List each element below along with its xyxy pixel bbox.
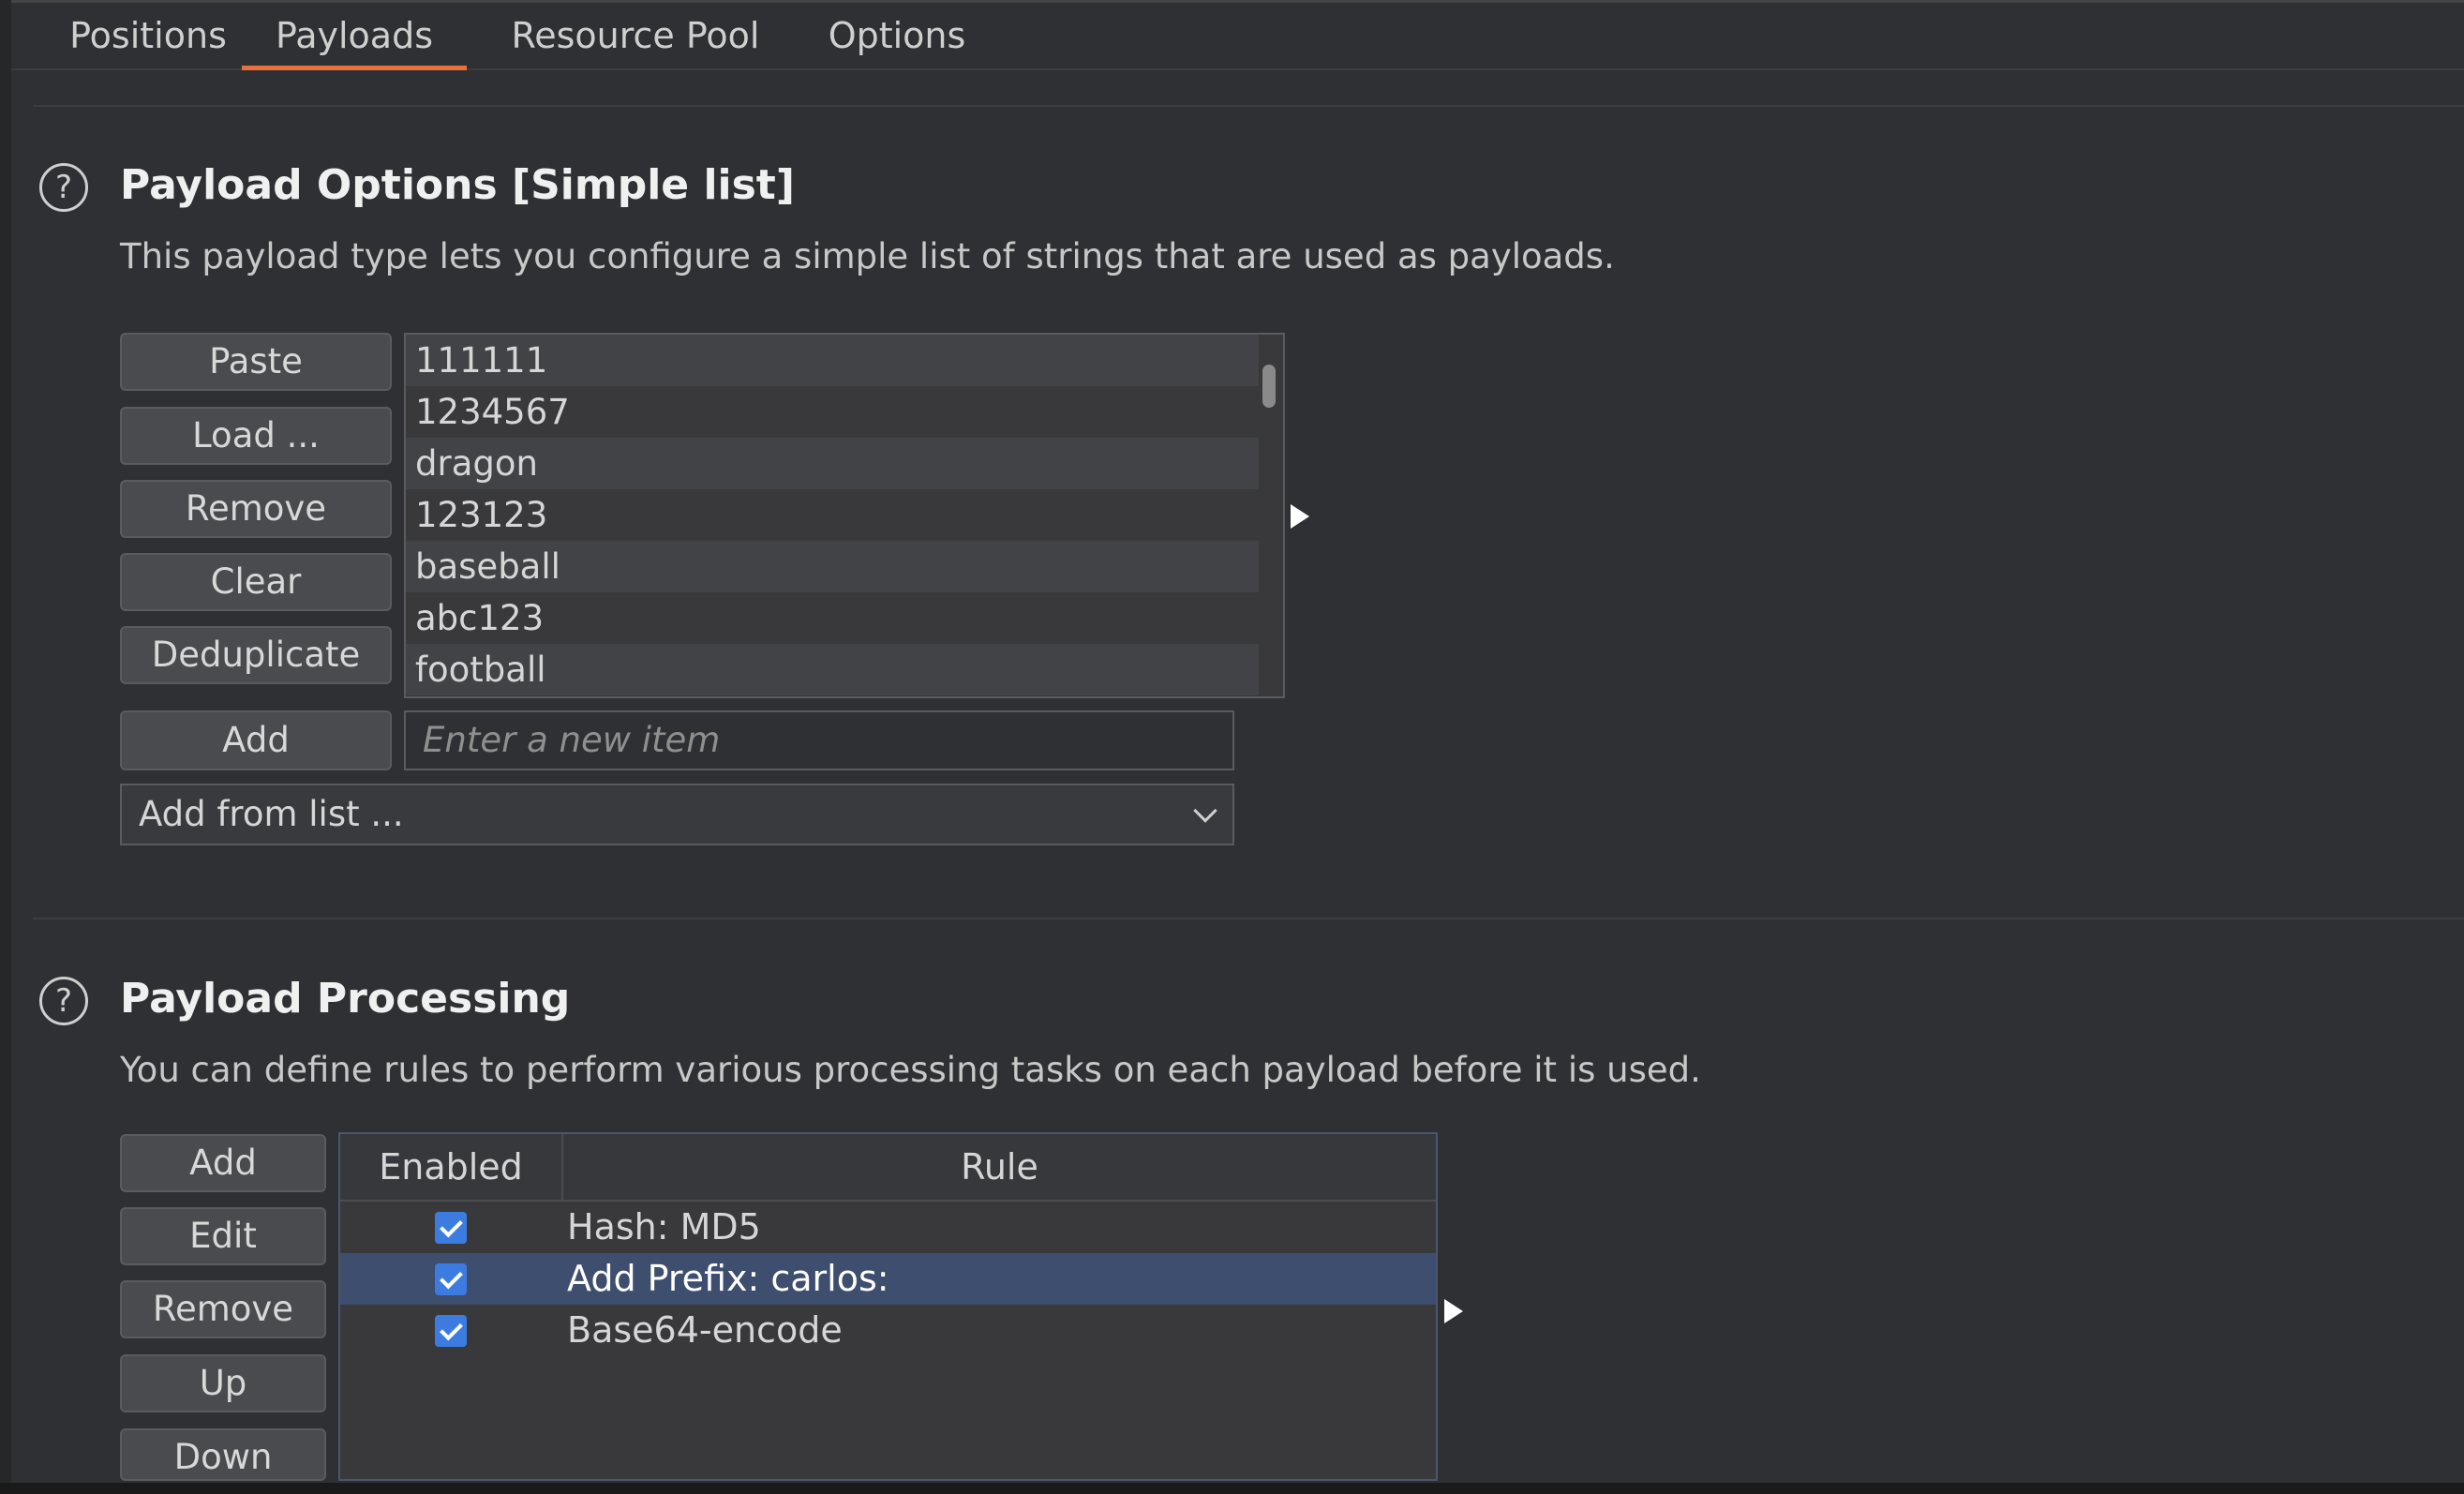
up-button[interactable]: Up [120,1354,326,1412]
load-button[interactable]: Load ... [120,407,392,465]
scrollbar-thumb[interactable] [1262,365,1276,408]
window-left-edge [0,0,11,1494]
list-item[interactable]: football [406,644,1259,695]
add-item-button[interactable]: Add [120,710,392,770]
payload-list[interactable]: 111111 1234567 dragon 123123 baseball ab… [404,333,1285,698]
chevron-down-icon [1193,799,1217,823]
payload-processing-description: You can define rules to perform various … [120,1050,1701,1090]
paste-button[interactable]: Paste [120,333,392,391]
edit-rule-button[interactable]: Edit [120,1207,326,1265]
expand-arrow-icon[interactable] [1444,1299,1463,1323]
table-row[interactable]: Base64-encode [340,1305,1436,1356]
tab-resource-pool[interactable]: Resource Pool [495,3,776,68]
column-rule[interactable]: Rule [563,1134,1436,1200]
divider [33,918,2464,919]
remove-rule-button[interactable]: Remove [120,1280,326,1338]
enabled-checkbox[interactable] [435,1212,467,1244]
payload-options-title: Payload Options [Simple list] [120,161,795,209]
list-item[interactable]: 1234567 [406,386,1259,438]
tab-payloads[interactable]: Payloads [242,3,467,70]
divider [33,105,2464,107]
help-icon[interactable]: ? [39,163,88,212]
help-icon[interactable]: ? [39,977,88,1025]
tab-bar: Positions Payloads Resource Pool Options [11,3,2464,70]
clear-button[interactable]: Clear [120,553,392,611]
window-bottom-edge [0,1483,2464,1494]
dropdown-label: Add from list ... [139,794,404,834]
table-header: Enabled Rule [340,1134,1436,1202]
list-item[interactable]: abc123 [406,592,1259,644]
list-scrollbar[interactable] [1262,344,1277,691]
add-from-list-dropdown[interactable]: Add from list ... [120,784,1234,845]
list-item[interactable]: baseball [406,541,1259,592]
enabled-checkbox[interactable] [435,1263,467,1295]
deduplicate-button[interactable]: Deduplicate [120,626,392,684]
enabled-checkbox[interactable] [435,1315,467,1347]
rules-table[interactable]: Enabled Rule Hash: MD5 Add Prefix: carlo… [338,1132,1438,1481]
tab-positions[interactable]: Positions [45,3,251,68]
remove-payload-button[interactable]: Remove [120,480,392,538]
column-enabled[interactable]: Enabled [340,1134,563,1200]
table-row[interactable]: Hash: MD5 [340,1202,1436,1253]
payload-options-description: This payload type lets you configure a s… [120,236,1615,276]
rule-text: Hash: MD5 [567,1206,761,1247]
tab-options[interactable]: Options [808,3,986,68]
new-item-input[interactable]: Enter a new item [404,710,1234,770]
payload-processing-title: Payload Processing [120,975,571,1023]
expand-arrow-icon[interactable] [1291,504,1309,529]
rule-text: Add Prefix: carlos: [567,1258,889,1299]
list-item[interactable]: dragon [406,438,1259,489]
down-button[interactable]: Down [120,1428,326,1481]
rule-text: Base64-encode [567,1309,843,1351]
list-item[interactable]: 123123 [406,489,1259,541]
list-item[interactable]: 111111 [406,335,1259,386]
add-rule-button[interactable]: Add [120,1134,326,1192]
table-row-selected[interactable]: Add Prefix: carlos: [340,1253,1436,1305]
